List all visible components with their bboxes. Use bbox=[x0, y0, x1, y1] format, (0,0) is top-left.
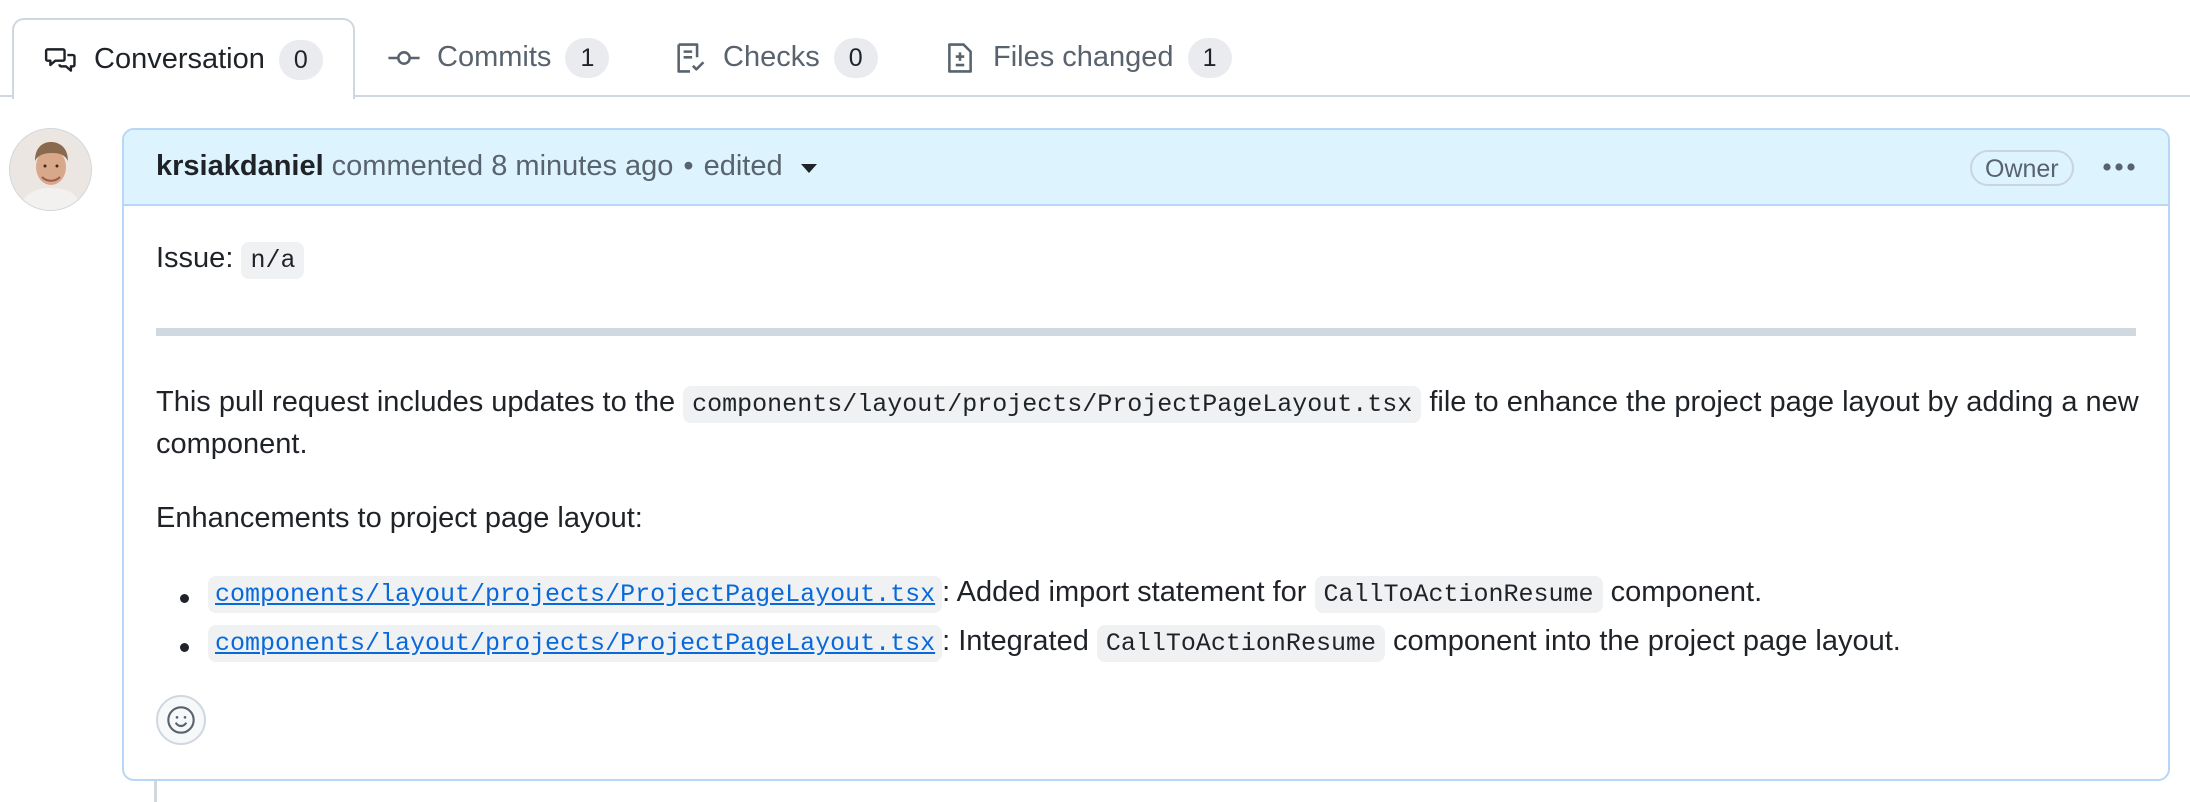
list-item-text: : Integrated bbox=[942, 625, 1089, 657]
avatar[interactable] bbox=[9, 128, 92, 211]
horizontal-rule bbox=[156, 328, 2136, 336]
smiley-icon bbox=[167, 706, 195, 734]
add-reaction-button[interactable] bbox=[156, 695, 206, 745]
kebab-horizontal-icon bbox=[2103, 163, 2135, 171]
bullet-marker bbox=[180, 594, 189, 603]
tab-conversation-label: Conversation bbox=[94, 43, 265, 75]
pr-tab-bar: Conversation 0 Commits 1 Checks 0 Files … bbox=[0, 0, 2190, 99]
chevron-down-icon bbox=[800, 164, 817, 173]
list-item-text-end: component into the project page layout. bbox=[1393, 625, 1901, 657]
intro-paragraph-line-2: component. bbox=[156, 428, 308, 460]
tab-conversation[interactable]: Conversation 0 bbox=[12, 18, 355, 99]
component-name-code: CallToActionResume bbox=[1096, 625, 1385, 662]
intro-text-after: file to enhance the project page layout … bbox=[1429, 386, 2139, 418]
timeline-connector bbox=[154, 781, 157, 802]
tab-checks-label: Checks bbox=[723, 41, 820, 73]
file-link[interactable]: components/layout/projects/ProjectPageLa… bbox=[208, 625, 943, 662]
pr-description-comment: krsiakdaniel commented 8 minutes ago • e… bbox=[122, 128, 2170, 781]
git-commit-icon bbox=[387, 41, 421, 75]
section-heading: Enhancements to project page layout: bbox=[156, 502, 643, 534]
edited-dropdown[interactable]: edited bbox=[704, 150, 817, 183]
tab-commits[interactable]: Commits 1 bbox=[387, 18, 610, 97]
edited-label: edited bbox=[703, 150, 783, 182]
issue-label: Issue: bbox=[156, 242, 234, 274]
tab-conversation-count: 0 bbox=[278, 39, 323, 80]
tab-checks-count: 0 bbox=[833, 37, 878, 78]
list-item: components/layout/projects/ProjectPageLa… bbox=[208, 576, 1763, 613]
intro-paragraph-line-1: This pull request includes updates to th… bbox=[156, 386, 2139, 423]
issue-line: Issue: n/a bbox=[156, 242, 305, 279]
tab-commits-count: 1 bbox=[565, 37, 610, 78]
tab-files-changed[interactable]: Files changed 1 bbox=[943, 18, 1232, 97]
component-name-code: CallToActionResume bbox=[1314, 576, 1603, 613]
tab-files-changed-count: 1 bbox=[1187, 37, 1232, 78]
tab-checks[interactable]: Checks 0 bbox=[673, 18, 878, 97]
file-diff-icon bbox=[943, 41, 977, 75]
issue-value: n/a bbox=[241, 242, 305, 279]
comment-header: krsiakdaniel commented 8 minutes ago • e… bbox=[124, 130, 2168, 206]
header-separator: • bbox=[683, 150, 694, 182]
list-item: components/layout/projects/ProjectPageLa… bbox=[208, 625, 1901, 662]
avatar-photo bbox=[10, 129, 91, 210]
comment-discussion-icon bbox=[44, 43, 78, 77]
comment-author[interactable]: krsiakdaniel bbox=[156, 150, 324, 183]
file-link[interactable]: components/layout/projects/ProjectPageLa… bbox=[208, 576, 943, 613]
comment-action: commented bbox=[331, 150, 484, 182]
list-item-text: : Added import statement for bbox=[942, 576, 1307, 608]
checklist-icon bbox=[673, 41, 707, 75]
comment-timestamp[interactable]: 8 minutes ago bbox=[491, 150, 673, 183]
intro-text-before: This pull request includes updates to th… bbox=[156, 386, 676, 418]
comment-options-button[interactable] bbox=[2099, 148, 2139, 186]
list-item-text-end: component. bbox=[1610, 576, 1763, 608]
owner-badge: Owner bbox=[1970, 150, 2074, 186]
intro-file-path: components/layout/projects/ProjectPageLa… bbox=[683, 386, 1422, 423]
tab-commits-label: Commits bbox=[437, 41, 552, 73]
tab-files-changed-label: Files changed bbox=[993, 41, 1174, 73]
bullet-marker bbox=[180, 643, 189, 652]
